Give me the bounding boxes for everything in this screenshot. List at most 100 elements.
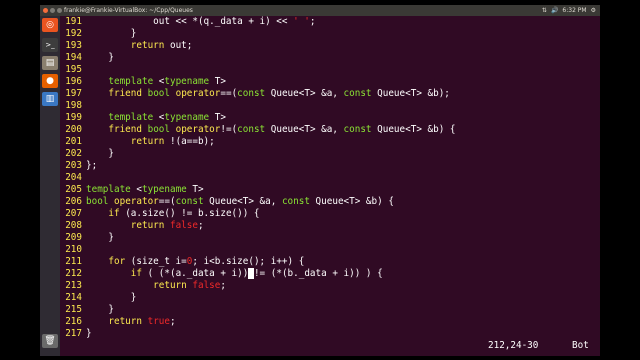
code-line[interactable]: 214 } bbox=[60, 292, 136, 304]
firefox-icon[interactable]: ● bbox=[42, 74, 58, 88]
code-line[interactable]: 213 return false; bbox=[60, 280, 226, 292]
line-number: 200 bbox=[65, 124, 82, 135]
code-token: Queue<T> &b) { bbox=[371, 124, 456, 135]
line-number: 214 bbox=[65, 292, 82, 303]
line-number: 193 bbox=[65, 40, 82, 51]
line-number: 212 bbox=[65, 268, 82, 279]
code-line[interactable]: 195 bbox=[60, 64, 86, 76]
line-number: 192 bbox=[65, 28, 82, 39]
code-token: Queue<T> &a, bbox=[265, 88, 344, 99]
code-line[interactable]: 196 template <typename T> bbox=[60, 76, 226, 88]
code-line[interactable]: 192 } bbox=[60, 28, 136, 40]
line-number: 195 bbox=[65, 64, 82, 75]
code-line[interactable]: 215 } bbox=[60, 304, 114, 316]
cursor-position: 212,24-30 bbox=[488, 340, 539, 351]
minimize-button[interactable] bbox=[50, 8, 55, 13]
code-token: friend bbox=[108, 88, 142, 99]
code-line[interactable]: 200 friend bool operator!=(const Queue<T… bbox=[60, 124, 456, 136]
maximize-button[interactable] bbox=[57, 8, 62, 13]
code-token: Queue<T> &b) { bbox=[309, 196, 394, 207]
code-token: return bbox=[130, 220, 165, 231]
code-line[interactable]: 216 return true; bbox=[60, 316, 175, 328]
code-line[interactable]: 194 } bbox=[60, 52, 114, 64]
code-line[interactable]: 201 return !(a==b); bbox=[60, 136, 215, 148]
code-token: ==( bbox=[220, 88, 238, 99]
code-line[interactable]: 199 template <typename T> bbox=[60, 112, 226, 124]
line-number: 197 bbox=[65, 88, 82, 99]
code-line[interactable]: 211 for (size_t i=0; i<b.size(); i++) { bbox=[60, 256, 304, 268]
code-line[interactable]: 212 if ( (*(a._data + i)) != (*(b._data … bbox=[60, 268, 383, 280]
code-token: typename bbox=[164, 112, 210, 123]
code-token: template bbox=[108, 76, 154, 87]
code-token: bool bbox=[147, 124, 170, 135]
code-token: } bbox=[86, 232, 114, 243]
terminal-icon[interactable]: >_ bbox=[42, 38, 58, 52]
close-button[interactable] bbox=[43, 8, 48, 13]
code-token: return bbox=[130, 40, 165, 51]
writer-icon[interactable]: ▥ bbox=[42, 92, 58, 106]
code-token: ( (*(a._data + i)) bbox=[141, 268, 249, 279]
code-token: true bbox=[147, 316, 170, 327]
code-line[interactable]: 203}; bbox=[60, 160, 97, 172]
code-line[interactable]: 208 return false; bbox=[60, 220, 204, 232]
line-number: 217 bbox=[65, 328, 82, 339]
code-token: const bbox=[343, 88, 372, 99]
code-token: const bbox=[175, 196, 204, 207]
code-line[interactable]: 193 return out; bbox=[60, 40, 192, 52]
code-line[interactable]: 217} bbox=[60, 328, 91, 340]
code-token: return bbox=[153, 280, 187, 291]
code-token: }; bbox=[86, 160, 98, 171]
code-token: (size_t i= bbox=[125, 256, 187, 267]
code-token: operator bbox=[175, 88, 221, 99]
line-number: 209 bbox=[65, 232, 82, 243]
code-line[interactable]: 210 bbox=[60, 244, 86, 256]
line-number: 194 bbox=[65, 52, 82, 63]
code-line[interactable]: 202 } bbox=[60, 148, 114, 160]
files-icon[interactable]: ▤ bbox=[42, 56, 58, 70]
top-panel: frankie@Frankie-VirtualBox: ~/Cpp/Queues… bbox=[40, 5, 600, 16]
ubuntu-logo-icon[interactable]: ◎ bbox=[42, 18, 58, 32]
code-token: ; i<b.size(); i++) { bbox=[192, 256, 305, 267]
code-token: false bbox=[192, 280, 221, 291]
clock[interactable]: 6:32 PM bbox=[562, 5, 586, 16]
window-title: frankie@Frankie-VirtualBox: ~/Cpp/Queues bbox=[64, 7, 193, 14]
code-token: false bbox=[169, 220, 198, 231]
code-line[interactable]: 198 bbox=[60, 100, 86, 112]
code-line[interactable]: 206 bool operator==(const Queue<T> &a, co… bbox=[60, 196, 394, 208]
volume-icon[interactable]: 🔊 bbox=[551, 5, 558, 16]
code-line[interactable]: 205 template <typename T> bbox=[60, 184, 203, 196]
code-line[interactable]: 204 bbox=[60, 172, 86, 184]
code-token: Queue<T> &b); bbox=[371, 88, 450, 99]
code-token: !(a==b); bbox=[164, 136, 215, 147]
system-indicators: ⇅ 🔊 6:32 PM ⚙ bbox=[542, 5, 596, 16]
code-token: T> bbox=[209, 112, 226, 123]
code-line[interactable]: 191 out << *(q._data + i) << ' '; bbox=[60, 16, 315, 28]
code-line[interactable]: 197 friend bool operator==(const Queue<T… bbox=[60, 88, 450, 100]
code-token: const bbox=[281, 196, 310, 207]
code-token: < bbox=[130, 184, 142, 195]
code-token: const bbox=[237, 88, 266, 99]
code-token: ; bbox=[197, 220, 204, 231]
code-token: != (*(b._data + i)) ) { bbox=[253, 268, 383, 279]
code-token: (a.size() != b.size()) { bbox=[119, 208, 260, 219]
code-token: Queue<T> &a, bbox=[203, 196, 282, 207]
trash-icon[interactable]: 🗑 bbox=[42, 334, 58, 348]
code-token: operator bbox=[175, 124, 221, 135]
code-line[interactable]: 209 } bbox=[60, 232, 114, 244]
line-number: 204 bbox=[65, 172, 82, 183]
code-token: out; bbox=[164, 40, 193, 51]
terminal-window[interactable]: 191 out << *(q._data + i) << ' '; 192 } 19… bbox=[60, 16, 600, 356]
code-token: } bbox=[86, 28, 137, 39]
code-line[interactable]: 207 if (a.size() != b.size()) { bbox=[60, 208, 260, 220]
code-token: } bbox=[86, 304, 114, 315]
network-icon[interactable]: ⇅ bbox=[542, 5, 547, 16]
scroll-indicator: Bot bbox=[572, 340, 589, 351]
code-token: < bbox=[153, 112, 165, 123]
settings-icon[interactable]: ⚙ bbox=[591, 5, 596, 16]
